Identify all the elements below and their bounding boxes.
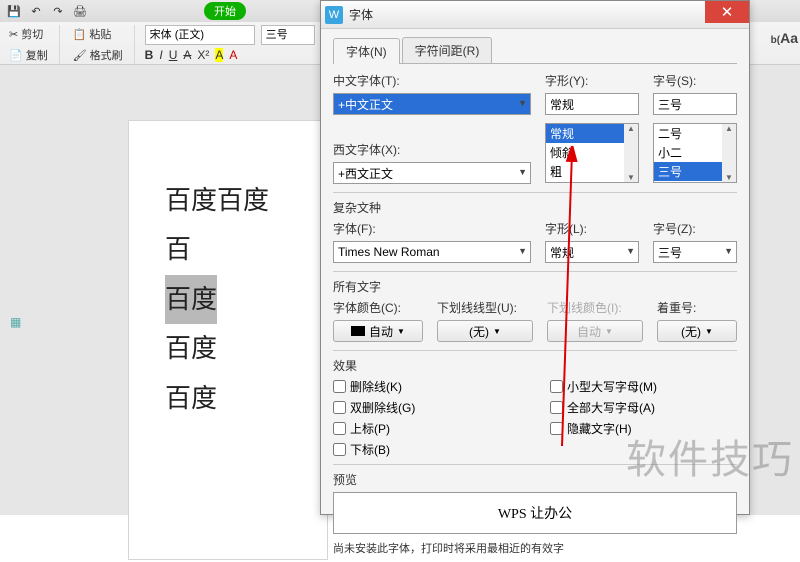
brush-icon: 🖌 — [73, 49, 87, 62]
font-color-button[interactable]: 自动▼ — [333, 320, 423, 342]
text-line: 百度 — [165, 374, 291, 423]
dialog-titlebar[interactable]: W 字体 ✕ — [321, 1, 749, 29]
tab-spacing[interactable]: 字符间距(R) — [402, 37, 493, 63]
print-icon[interactable]: 🖨 — [72, 3, 88, 19]
checkbox-double-strike[interactable]: 双删除线(G) — [333, 399, 520, 416]
document-page[interactable]: 百度百度百 百度 百度 百度 — [128, 120, 328, 560]
label-style2: 字形(L): — [545, 220, 639, 237]
chevron-down-icon: ▼ — [397, 327, 405, 336]
highlight-button[interactable]: A — [215, 48, 223, 62]
label-size2: 字号(Z): — [653, 220, 737, 237]
chevron-down-icon: ▼ — [605, 327, 613, 336]
cut-button[interactable]: ✂剪切 — [6, 25, 51, 43]
style-listbox[interactable]: 常规 倾斜 粗 ▲▼ — [545, 123, 639, 183]
label-style: 字形(Y): — [545, 72, 639, 89]
row-chinese-font: 中文字体(T): +中文正文▼ 字形(Y): 常规 字号(S): 三号 — [333, 72, 737, 115]
app-icon: W — [325, 6, 343, 24]
chevron-down-icon: ▼ — [626, 246, 635, 256]
bold-button[interactable]: B — [145, 48, 154, 62]
text-line: 百度 — [165, 324, 291, 373]
emphasis-button[interactable]: (无)▼ — [657, 320, 737, 342]
clipboard-group: ✂剪切 📄复制 — [6, 25, 60, 64]
complex-font-combo[interactable]: Times New Roman▼ — [333, 241, 531, 263]
section-complex-scripts: 复杂文种 字体(F): Times New Roman▼ 字形(L): 常规▼ … — [333, 192, 737, 263]
underline-style-button[interactable]: (无)▼ — [437, 320, 533, 342]
complex-size-combo[interactable]: 三号▼ — [653, 241, 737, 263]
copy-button[interactable]: 📄复制 — [6, 46, 51, 64]
close-button[interactable]: ✕ — [705, 1, 749, 23]
strikethrough-button[interactable]: A — [183, 48, 191, 62]
scrollbar[interactable]: ▲▼ — [722, 124, 736, 182]
size-listbox[interactable]: 二号 小二 三号 ▲▼ — [653, 123, 737, 183]
font-name-select[interactable]: 宋体 (正文) — [145, 25, 255, 45]
checkbox-superscript[interactable]: 上标(P) — [333, 420, 520, 437]
checkbox-subscript[interactable]: 下标(B) — [333, 441, 520, 458]
chevron-down-icon: ▼ — [518, 98, 527, 108]
label-font-color: 字体颜色(C): — [333, 299, 423, 316]
label-font: 字体(F): — [333, 220, 531, 237]
paste-icon: 📋 — [73, 28, 87, 41]
font-color-button[interactable]: A — [229, 48, 237, 62]
page-thumbnail-icon[interactable]: ▦ — [10, 315, 21, 329]
paste-button[interactable]: 📋粘贴 — [70, 25, 126, 43]
western-font-combo[interactable]: +西文正文▼ — [333, 162, 531, 184]
row-listboxes: 西文字体(X): +西文正文▼ 常规 倾斜 粗 ▲▼ 二号 小二 三号 ▲▼ — [333, 123, 737, 184]
checkbox-all-caps[interactable]: 全部大写字母(A) — [550, 399, 737, 416]
undo-icon[interactable]: ↶ — [28, 3, 44, 19]
scrollbar[interactable]: ▲▼ — [624, 124, 638, 182]
save-icon[interactable]: 💾 — [6, 3, 22, 19]
checkbox-strikethrough[interactable]: 删除线(K) — [333, 378, 520, 395]
label-western-font: 西文字体(X): — [333, 141, 531, 158]
scissors-icon: ✂ — [9, 28, 18, 41]
hint-text: 尚未安装此字体，打印时将采用最相近的有效字 — [333, 540, 737, 556]
chevron-down-icon: ▼ — [705, 327, 713, 336]
chevron-down-icon: ▼ — [724, 246, 733, 256]
chevron-down-icon: ▼ — [493, 327, 501, 336]
underline-button[interactable]: U — [169, 48, 178, 62]
font-size-select[interactable]: 三号 — [261, 25, 315, 45]
chevron-down-icon: ▼ — [518, 167, 527, 177]
italic-button[interactable]: I — [159, 48, 162, 62]
dialog-tabs: 字体(N) 字符间距(R) — [333, 37, 737, 64]
section-title-effects: 效果 — [333, 357, 737, 374]
checkbox-small-caps[interactable]: 小型大写字母(M) — [550, 378, 737, 395]
label-emphasis: 着重号: — [657, 299, 737, 316]
label-size: 字号(S): — [653, 72, 737, 89]
dialog-title: 字体 — [349, 6, 373, 23]
start-tab[interactable]: 开始 — [204, 2, 246, 20]
size-combo[interactable]: 三号 — [653, 93, 737, 115]
section-all-text: 所有文字 字体颜色(C): 自动▼ 下划线线型(U): (无)▼ 下划线颜色(I… — [333, 271, 737, 342]
paste-group: 📋粘贴 🖌格式刷 — [70, 25, 135, 64]
redo-icon[interactable]: ↷ — [50, 3, 66, 19]
underline-color-button: 自动▼ — [547, 320, 643, 342]
style-combo[interactable]: 常规 — [545, 93, 639, 115]
nav-panel: ▦ — [10, 315, 70, 329]
tab-font[interactable]: 字体(N) — [333, 38, 400, 64]
section-title-complex: 复杂文种 — [333, 199, 737, 216]
section-title-alltext: 所有文字 — [333, 278, 737, 295]
preview-box: WPS 让办公 — [333, 492, 737, 534]
format-painter-button[interactable]: 🖌格式刷 — [70, 46, 126, 64]
text-line: 百度百度百 — [165, 176, 291, 275]
copy-icon: 📄 — [9, 49, 23, 62]
watermark: 软件技巧 — [626, 427, 794, 485]
label-underline-color: 下划线颜色(I): — [547, 299, 643, 316]
chinese-font-combo[interactable]: +中文正文▼ — [333, 93, 531, 115]
text-line-highlighted: 百度 — [165, 275, 291, 324]
superscript-button[interactable]: X² — [197, 48, 209, 62]
label-underline: 下划线线型(U): — [437, 299, 533, 316]
chevron-down-icon: ▼ — [518, 246, 527, 256]
label-chinese-font: 中文字体(T): — [333, 72, 531, 89]
complex-style-combo[interactable]: 常规▼ — [545, 241, 639, 263]
aa-badge: b(Aa — [771, 30, 798, 46]
